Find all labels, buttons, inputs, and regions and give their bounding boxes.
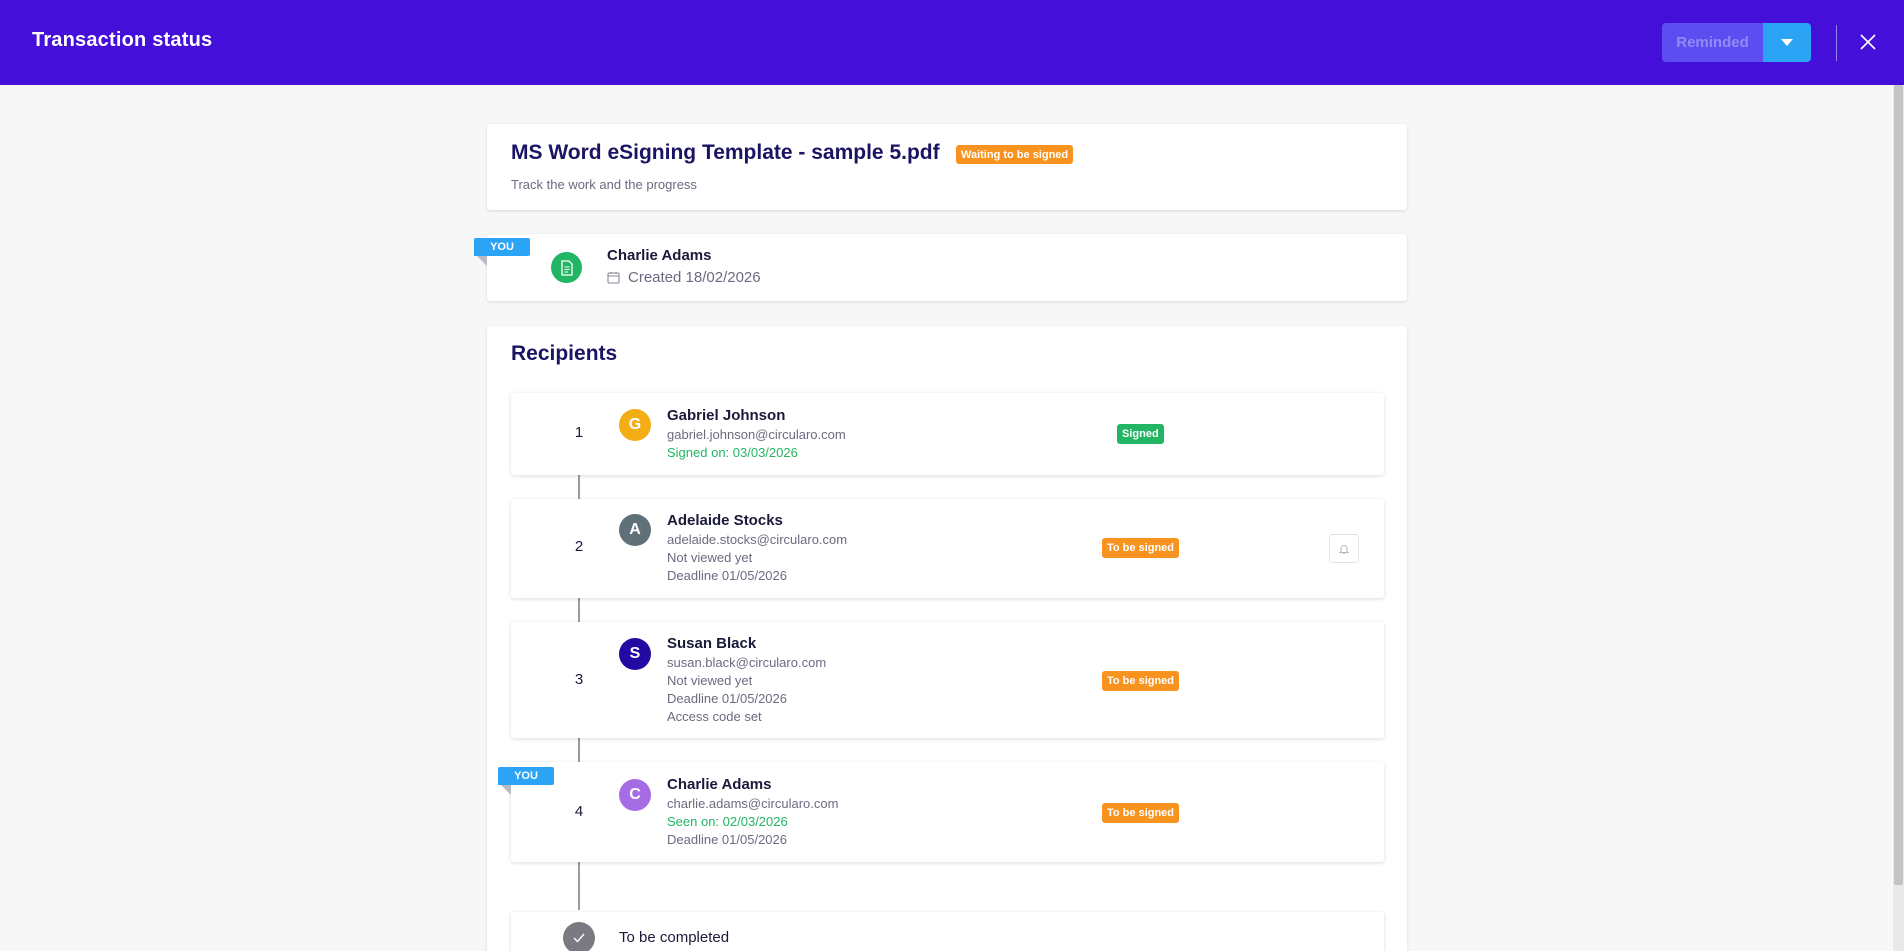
status-badge: To be signed <box>1102 671 1180 691</box>
deadline: Deadline 01/05/2026 <box>667 691 787 706</box>
avatar: C <box>619 779 651 811</box>
recipient-name: Gabriel Johnson <box>667 407 786 424</box>
reminder-options-dropdown[interactable] <box>1763 23 1811 62</box>
close-icon <box>1860 34 1876 50</box>
view-status: Not viewed yet <box>667 673 753 688</box>
reminded-button[interactable]: Reminded <box>1662 23 1763 62</box>
remind-button[interactable] <box>1329 534 1359 563</box>
signed-on-date: Signed on: 03/03/2026 <box>667 445 798 460</box>
document-icon <box>560 259 573 276</box>
status-badge: To be signed <box>1102 538 1180 558</box>
created-date: Created 18/02/2026 <box>628 269 761 286</box>
creator-card <box>487 234 1407 301</box>
recipient-row[interactable] <box>511 499 1384 598</box>
recipient-email: gabriel.johnson@circularo.com <box>667 427 846 442</box>
recipient-email: charlie.adams@circularo.com <box>667 796 839 811</box>
scrollbar-thumb[interactable] <box>1894 85 1903 885</box>
close-button[interactable] <box>1856 30 1880 54</box>
caret-down-icon <box>1781 39 1793 46</box>
check-icon <box>573 933 585 943</box>
seen-on-date: Seen on: 02/03/2026 <box>667 814 788 829</box>
calendar-icon <box>607 272 620 284</box>
document-title: MS Word eSigning Template - sample 5.pdf <box>511 141 940 164</box>
you-tag: YOU <box>474 238 530 256</box>
recipient-name: Susan Black <box>667 635 757 652</box>
status-badge: Signed <box>1117 424 1164 444</box>
avatar: S <box>619 638 651 670</box>
step-connector <box>578 598 580 622</box>
you-tag-fold <box>501 785 511 795</box>
bell-icon <box>1338 544 1350 554</box>
you-tag-fold <box>477 256 487 266</box>
deadline: Deadline 01/05/2026 <box>667 568 787 583</box>
completion-label: To be completed <box>619 929 730 946</box>
access-code-note: Access code set <box>667 709 762 724</box>
status-badge: To be signed <box>1102 803 1180 823</box>
recipient-row[interactable] <box>511 762 1384 862</box>
top-bar: Transaction status <box>0 0 1904 85</box>
completion-check <box>563 922 595 951</box>
deadline: Deadline 01/05/2026 <box>667 832 787 847</box>
document-card <box>487 124 1407 210</box>
avatar: A <box>619 514 651 546</box>
step-number: 1 <box>574 424 584 441</box>
recipients-heading: Recipients <box>511 342 618 365</box>
step-number: 4 <box>574 803 584 820</box>
recipient-name: Charlie Adams <box>667 776 772 793</box>
step-connector <box>578 738 580 762</box>
recipient-name: Adelaide Stocks <box>667 512 783 529</box>
avatar: G <box>619 409 651 441</box>
step-number: 3 <box>574 671 584 688</box>
view-status: Not viewed yet <box>667 550 753 565</box>
step-connector <box>578 475 580 499</box>
step-number: 2 <box>574 538 584 555</box>
page-title: Transaction status <box>32 29 213 51</box>
recipient-email: susan.black@circularo.com <box>667 655 827 670</box>
creator-document-icon <box>551 252 582 283</box>
step-connector <box>578 862 580 910</box>
created-date-row: Created 18/02/2026 <box>607 269 761 286</box>
header-divider <box>1836 25 1837 61</box>
recipient-email: adelaide.stocks@circularo.com <box>667 532 848 547</box>
creator-name: Charlie Adams <box>607 247 712 264</box>
you-tag: YOU <box>498 767 554 785</box>
document-subtitle: Track the work and the progress <box>511 177 697 192</box>
document-status-badge: Waiting to be signed <box>956 145 1074 164</box>
